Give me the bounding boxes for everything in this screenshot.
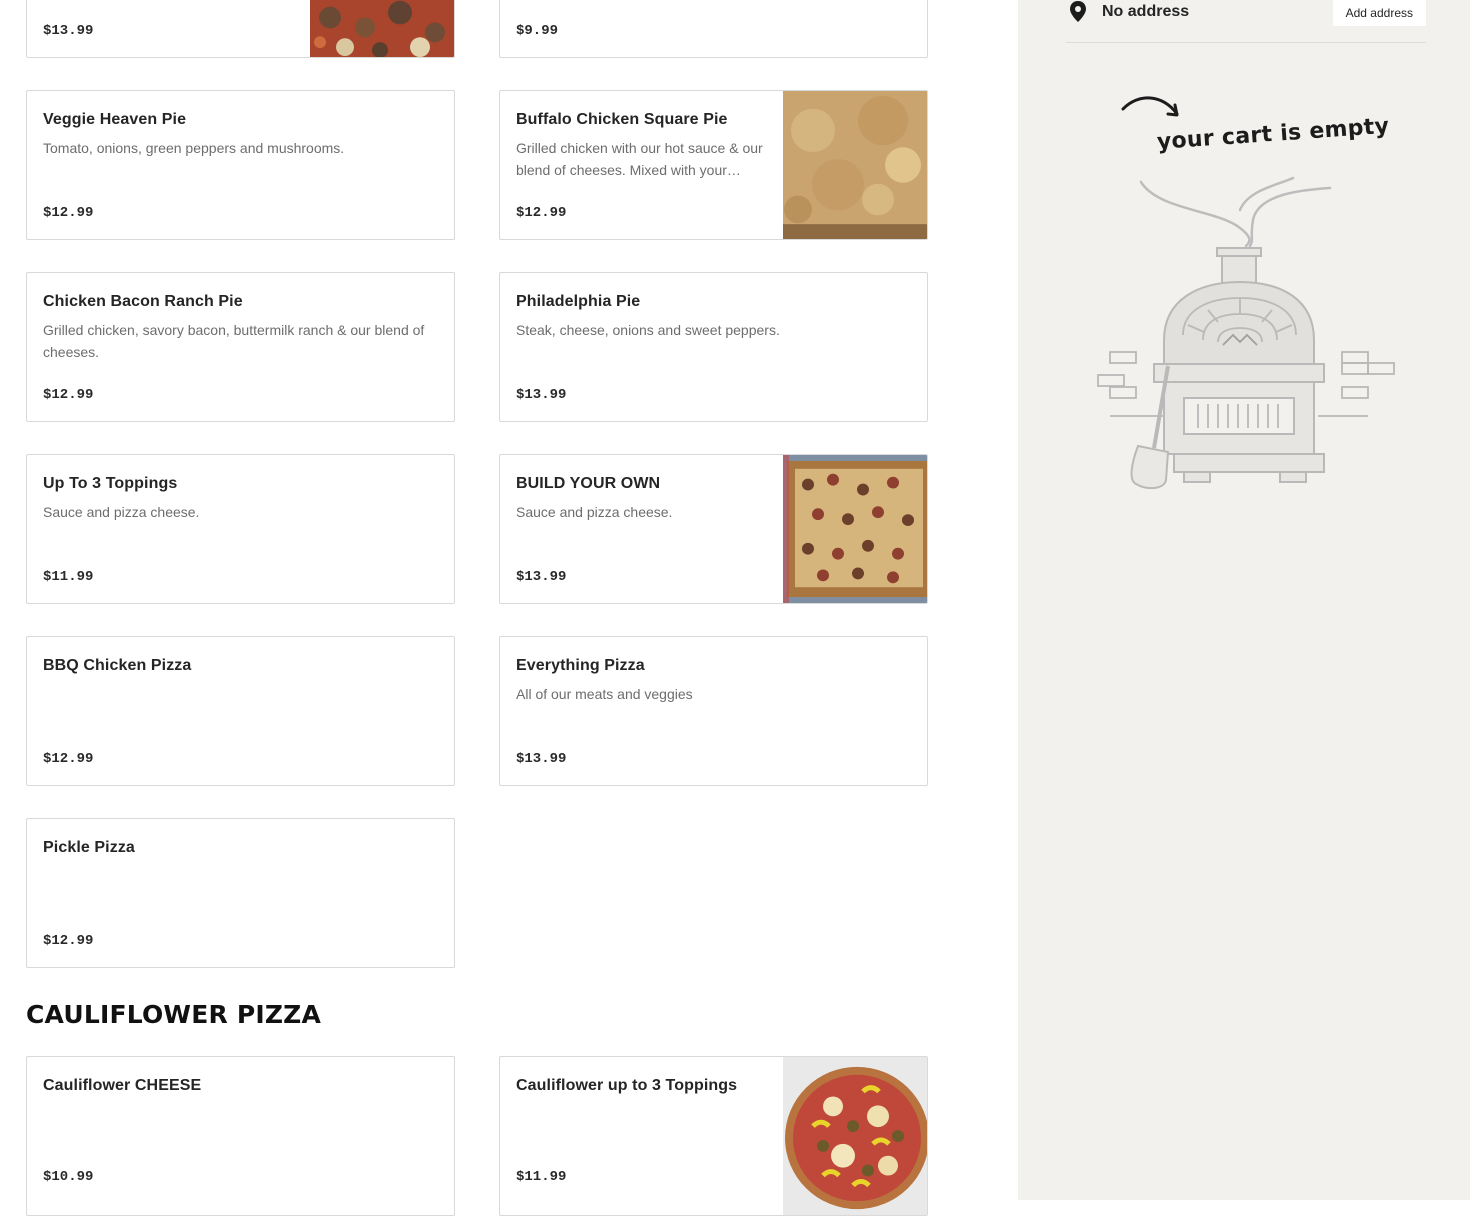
item-description: All of our meats and veggies — [516, 686, 693, 702]
item-price: $12.99 — [43, 205, 94, 221]
location-pin-icon — [1068, 0, 1088, 29]
item-photo — [783, 1057, 927, 1215]
menu-item-card[interactable]: Chicken Bacon Ranch Pie Grilled chicken,… — [26, 272, 455, 422]
item-description: Grilled chicken, savory bacon, buttermil… — [43, 322, 425, 360]
item-photo — [783, 455, 927, 603]
item-price: $12.99 — [43, 751, 94, 767]
address-text: No address — [1102, 3, 1190, 20]
item-price: $13.99 — [516, 387, 567, 403]
item-photo — [783, 91, 927, 239]
add-address-button[interactable]: Add address — [1332, 0, 1426, 26]
item-name: Cauliflower up to 3 Toppings — [516, 1077, 738, 1094]
item-price: $12.99 — [43, 933, 94, 949]
item-price: $13.99 — [516, 569, 567, 585]
empty-cart-illustration: your cart is empty — [1018, 70, 1470, 510]
cart-sidebar: No address Add address your cart is empt… — [1018, 0, 1470, 1200]
item-price: $13.99 — [516, 751, 567, 767]
item-name: Philadelphia Pie — [516, 293, 641, 310]
menu-item-card[interactable]: $13.99 — [26, 0, 455, 58]
item-description: Grilled chicken with our hot sauce & our… — [516, 140, 763, 178]
item-description: Tomato, onions, green peppers and mushro… — [43, 140, 345, 156]
menu-item-card[interactable]: Everything Pizza All of our meats and ve… — [499, 636, 928, 786]
item-name: Buffalo Chicken Square Pie — [516, 111, 728, 128]
address-row: No address Add address — [1066, 0, 1426, 43]
item-name: Veggie Heaven Pie — [43, 111, 187, 128]
item-name: Chicken Bacon Ranch Pie — [43, 293, 243, 310]
menu-item-card[interactable]: Cauliflower up to 3 Toppings $11.99 — [499, 1056, 928, 1216]
item-price: $9.99 — [516, 23, 559, 39]
item-description: Sauce and pizza cheese. — [516, 504, 673, 520]
item-price: $11.99 — [43, 569, 94, 585]
arrow-icon — [1121, 96, 1179, 117]
item-price: $13.99 — [43, 23, 94, 39]
menu-item-card[interactable]: Pickle Pizza $12.99 — [26, 818, 455, 968]
menu-item-card[interactable]: Cauliflower CHEESE $10.99 — [26, 1056, 455, 1216]
item-photo — [310, 0, 454, 57]
item-description: Sauce and pizza cheese. — [43, 504, 200, 520]
item-name: BBQ Chicken Pizza — [43, 657, 192, 674]
menu-item-card[interactable]: BUILD YOUR OWN Sauce and pizza cheese. $… — [499, 454, 928, 604]
item-name: Everything Pizza — [516, 657, 645, 674]
menu-item-card[interactable]: Philadelphia Pie Steak, cheese, onions a… — [499, 272, 928, 422]
menu-panel: $13.99 $9.99 Veggie Heaven Pie Tomato, o… — [0, 0, 1018, 1216]
menu-item-card[interactable]: BBQ Chicken Pizza $12.99 — [26, 636, 455, 786]
item-description: Steak, cheese, onions and sweet peppers. — [516, 322, 780, 338]
menu-item-card[interactable]: Veggie Heaven Pie Tomato, onions, green … — [26, 90, 455, 240]
item-price: $12.99 — [516, 205, 567, 221]
item-price: $10.99 — [43, 1169, 94, 1185]
menu-item-card[interactable]: $9.99 — [499, 0, 928, 58]
section-title: CAULIFLOWER PIZZA — [26, 1000, 322, 1029]
item-price: $12.99 — [43, 387, 94, 403]
item-price: $11.99 — [516, 1169, 567, 1185]
menu-item-card[interactable]: Buffalo Chicken Square Pie Grilled chick… — [499, 90, 928, 240]
item-name: Pickle Pizza — [43, 839, 135, 856]
item-name: Up To 3 Toppings — [43, 475, 178, 492]
item-name: BUILD YOUR OWN — [516, 475, 661, 492]
menu-item-card[interactable]: Up To 3 Toppings Sauce and pizza cheese.… — [26, 454, 455, 604]
item-name: Cauliflower CHEESE — [43, 1077, 202, 1094]
